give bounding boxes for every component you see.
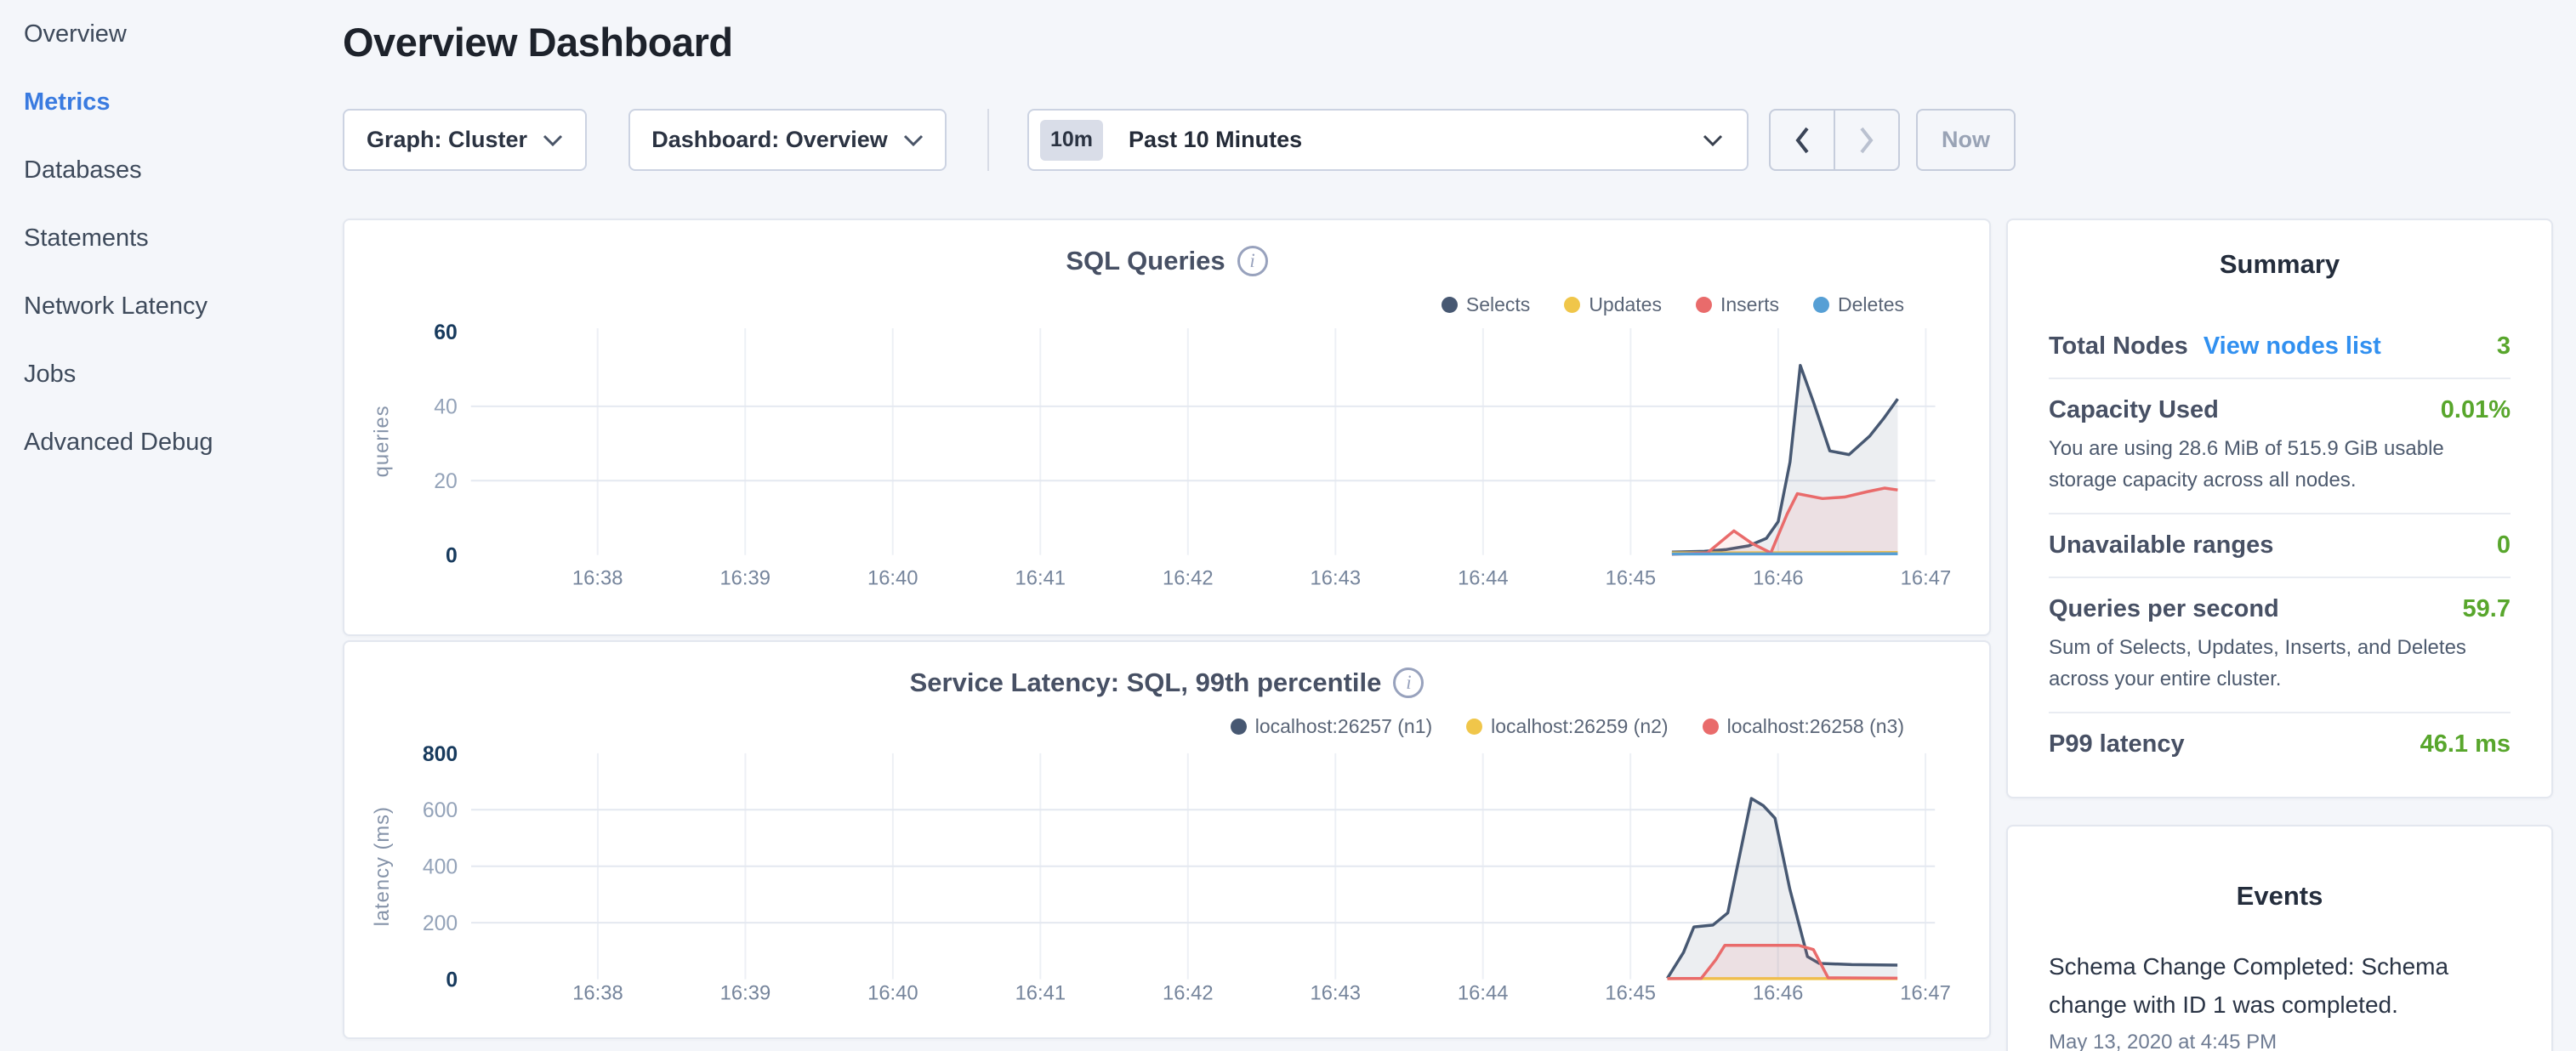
- y-tick-label: 600: [423, 799, 458, 822]
- summary-row-value: 0: [2497, 531, 2511, 560]
- service-latency-chart-card: Service Latency: SQL, 99th percentile i …: [343, 640, 1991, 1039]
- summary-title: Summary: [2049, 249, 2511, 280]
- time-step-buttons: [1769, 109, 1900, 171]
- x-tick-label: 16:40: [867, 566, 918, 589]
- y-tick-label: 0: [446, 969, 458, 992]
- summary-rows: Total Nodes View nodes list 3 Capacity Used…: [2049, 315, 2511, 775]
- time-window-badge: 10m: [1040, 120, 1103, 161]
- chevron-left-icon: [1794, 126, 1811, 155]
- sidebar-item-advanced-debug[interactable]: Advanced Debug: [0, 408, 342, 476]
- summary-row: Total Nodes View nodes list 3: [2049, 315, 2511, 379]
- summary-row-label: P99 latency: [2049, 730, 2185, 758]
- db-console-app: OverviewMetricsDatabasesStatementsNetwor…: [0, 0, 2576, 1051]
- sidebar-item-overview[interactable]: Overview: [0, 0, 342, 68]
- chevron-right-icon: [1858, 126, 1875, 155]
- x-tick-label: 16:39: [719, 566, 771, 589]
- summary-row-value: 46.1 ms: [2420, 730, 2511, 758]
- x-tick-label: 16:45: [1606, 566, 1657, 589]
- x-tick-label: 16:44: [1458, 981, 1509, 1004]
- y-tick-label: 60: [434, 321, 458, 344]
- y-tick-label: 200: [423, 912, 458, 935]
- summary-row-head: Unavailable ranges 0: [2049, 531, 2511, 560]
- time-window-label: Past 10 Minutes: [1129, 127, 1703, 153]
- x-tick-label: 16:39: [720, 981, 771, 1004]
- summary-panel: Summary Total Nodes View nodes list 3 Capac…: [2006, 219, 2553, 798]
- next-time-button[interactable]: [1834, 111, 1898, 169]
- summary-row-label: Total Nodes: [2049, 332, 2188, 361]
- summary-row: Queries per second 59.7 Sum of Selects, Up…: [2049, 578, 2511, 713]
- summary-row-label: Capacity Used: [2049, 396, 2219, 424]
- previous-time-button[interactable]: [1771, 111, 1834, 169]
- y-axis-unit-label: queries: [371, 405, 394, 477]
- summary-row: P99 latency 46.1 ms: [2049, 713, 2511, 775]
- summary-row-description: Sum of Selects, Updates, Inserts, and De…: [2049, 632, 2511, 695]
- view-nodes-link[interactable]: View nodes list: [2204, 332, 2381, 361]
- x-tick-label: 16:41: [1015, 566, 1066, 589]
- graph-selector-label: Graph: Cluster: [367, 127, 527, 153]
- x-tick-label: 16:47: [1901, 566, 1952, 589]
- summary-row-head: Capacity Used 0.01%: [2049, 396, 2511, 424]
- summary-row-head: Queries per second 59.7: [2049, 595, 2511, 623]
- sidebar-item-jobs[interactable]: Jobs: [0, 340, 342, 408]
- summary-row-label: Queries per second: [2049, 595, 2279, 623]
- dashboard-selector-label: Dashboard: Overview: [651, 127, 888, 153]
- x-tick-label: 16:44: [1458, 566, 1509, 589]
- event-text: Schema Change Completed: Schema change w…: [2049, 947, 2511, 1024]
- summary-row-head: Total Nodes View nodes list 3: [2049, 332, 2511, 361]
- summary-row-value: 59.7: [2463, 595, 2511, 623]
- summary-row-label: Unavailable ranges: [2049, 531, 2273, 560]
- x-tick-label: 16:47: [1900, 981, 1951, 1004]
- x-tick-label: 16:46: [1753, 981, 1804, 1004]
- y-tick-label: 800: [423, 743, 458, 766]
- summary-row-description: You are using 28.6 MiB of 515.9 GiB usab…: [2049, 433, 2511, 496]
- x-tick-label: 16:43: [1310, 981, 1361, 1004]
- events-title: Events: [2049, 881, 2511, 912]
- summary-row: Unavailable ranges 0: [2049, 514, 2511, 578]
- graph-selector-dropdown[interactable]: Graph: Cluster: [343, 109, 587, 171]
- x-tick-label: 16:46: [1753, 566, 1804, 589]
- summary-row-value: 0.01%: [2441, 396, 2511, 424]
- now-button[interactable]: Now: [1916, 109, 2016, 171]
- sidebar-nav: OverviewMetricsDatabasesStatementsNetwor…: [0, 0, 342, 1051]
- event-timestamp: May 13, 2020 at 4:45 PM: [2049, 1031, 2511, 1051]
- chart-plot-area[interactable]: 16:38 16:39 16:40 16:41 16:42 16:43 16:44 16:45…: [344, 220, 1989, 634]
- y-tick-label: 400: [423, 856, 458, 879]
- summary-row: Capacity Used 0.01% You are using 28.6 MiB…: [2049, 379, 2511, 514]
- sidebar-item-statements[interactable]: Statements: [0, 204, 342, 272]
- y-tick-label: 20: [434, 470, 458, 493]
- page-title: Overview Dashboard: [343, 19, 733, 65]
- chart-plot-area[interactable]: 16:38 16:39 16:40 16:41 16:42 16:43 16:44 16:45…: [344, 642, 1989, 1037]
- chevron-down-icon: [1703, 134, 1723, 146]
- time-range-selector[interactable]: 10m Past 10 Minutes: [1027, 109, 1749, 171]
- x-tick-label: 16:40: [867, 981, 918, 1004]
- chevron-down-icon: [903, 134, 924, 146]
- x-tick-label: 16:38: [572, 981, 623, 1004]
- events-list: Schema Change Completed: Schema change w…: [2049, 947, 2511, 1051]
- sidebar-item-databases[interactable]: Databases: [0, 136, 342, 204]
- summary-row-head: P99 latency 46.1 ms: [2049, 730, 2511, 758]
- event-list-item[interactable]: Schema Change Completed: Schema change w…: [2049, 947, 2511, 1051]
- y-tick-label: 0: [446, 545, 458, 568]
- events-panel: Events Schema Change Completed: Schema c…: [2006, 825, 2553, 1051]
- x-tick-label: 16:41: [1015, 981, 1066, 1004]
- dashboard-selector-dropdown[interactable]: Dashboard: Overview: [628, 109, 947, 171]
- x-tick-label: 16:42: [1163, 566, 1214, 589]
- x-tick-label: 16:38: [572, 566, 623, 589]
- x-tick-label: 16:42: [1163, 981, 1214, 1004]
- chevron-down-icon: [543, 134, 563, 146]
- y-tick-label: 40: [434, 396, 458, 419]
- sidebar-item-metrics[interactable]: Metrics: [0, 68, 342, 136]
- x-tick-label: 16:43: [1311, 566, 1362, 589]
- x-tick-label: 16:45: [1605, 981, 1656, 1004]
- sidebar-item-network-latency[interactable]: Network Latency: [0, 272, 342, 340]
- sql-queries-chart-card: SQL Queries i SelectsUpdatesInsertsDelet…: [343, 219, 1991, 636]
- y-axis-unit-label: latency (ms): [371, 806, 394, 926]
- toolbar-divider: [987, 109, 989, 171]
- summary-row-value: 3: [2497, 332, 2511, 361]
